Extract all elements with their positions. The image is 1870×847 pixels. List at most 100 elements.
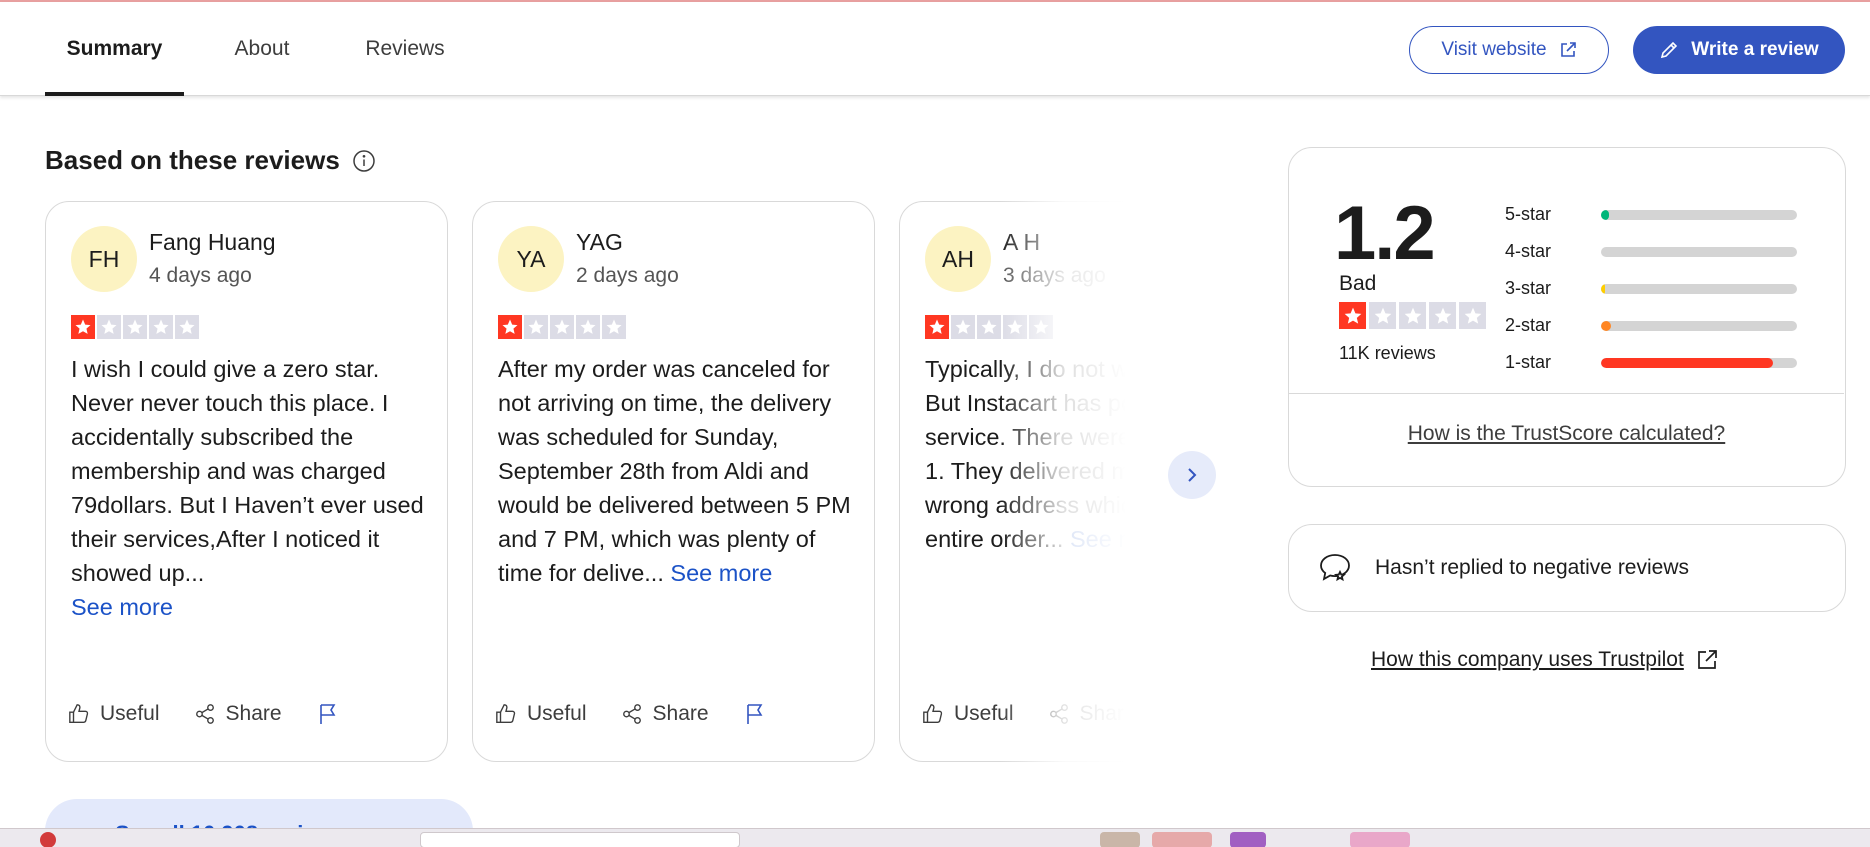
distribution-label: 2-star [1505,315,1552,335]
star-icon [576,315,600,339]
speech-bubble-icon [1317,550,1353,586]
distribution-label: 3-star [1505,278,1552,298]
star-icon [1003,315,1027,339]
distribution-bar [1601,209,1797,220]
share-icon [622,704,641,724]
review-date: 3 days ago [1003,264,1106,287]
share-label: Share [225,702,282,725]
share-button[interactable]: Share [194,702,282,726]
reviewer-name: A H [1003,229,1041,255]
useful-label: Useful [100,702,160,725]
share-button[interactable]: Share [621,702,709,726]
distribution-row[interactable]: 5-star [1505,196,1797,233]
review-body: After my order was canceled for not arri… [498,356,851,586]
distribution-fill [1601,283,1605,294]
reply-behavior-card: Hasn’t replied to negative reviews [1288,524,1846,612]
distribution-fill [1601,357,1774,368]
review-count: 11K reviews [1339,343,1436,363]
reviewer-name: Fang Huang [149,229,276,255]
flag-icon[interactable] [316,702,340,726]
review-text: After my order was canceled for not arri… [498,352,858,590]
carousel-next-button[interactable] [1168,451,1216,499]
divider [1289,393,1844,394]
star-icon [1459,302,1486,329]
star-icon [524,315,548,339]
tab-reviews[interactable]: Reviews [340,2,470,96]
distribution-bar [1601,246,1797,257]
see-more-link[interactable]: See more [71,594,173,620]
write-review-button[interactable]: Write a review [1633,26,1845,74]
star-rating [925,315,1053,339]
useful-button[interactable]: Useful [922,702,1014,726]
share-button[interactable]: Share [1048,702,1136,726]
taskbar-app-icon[interactable] [1152,832,1212,847]
distribution-bar [1601,357,1797,368]
star-icon [1429,302,1456,329]
review-actions: Useful Share [922,702,1180,726]
trustscore-card: 1.2 Bad 11K reviews 5-star 4-star 3-star… [1288,147,1846,487]
flag-icon[interactable] [1170,702,1180,726]
flag-icon[interactable] [743,702,767,726]
external-link-icon [1560,42,1576,57]
taskbar-app-icon[interactable] [1100,832,1140,847]
star-icon [71,315,95,339]
taskbar-app-icon[interactable] [1350,832,1410,847]
review-card[interactable]: YA YAG 2 days ago After my order was can… [472,201,875,762]
distribution-fill [1601,209,1609,220]
tab-bar: Summary About Reviews [45,2,470,96]
trustscore-stars [1339,302,1486,329]
distribution-row[interactable]: 2-star [1505,307,1797,344]
thumbs-up-icon [69,704,89,723]
useful-label: Useful [954,702,1014,725]
share-label: Share [652,702,709,725]
distribution-label: 4-star [1505,241,1552,261]
info-icon[interactable] [352,149,376,173]
taskbar-search-box[interactable] [420,832,740,847]
trustscore-value: 1.2 [1334,191,1436,276]
review-text: I wish I could give a zero star. Never n… [71,352,431,624]
tab-summary[interactable]: Summary [45,2,184,96]
pencil-icon [1661,41,1678,59]
distribution-row[interactable]: 1-star [1505,344,1797,381]
distribution-bar [1601,320,1797,331]
review-body: Typically, I do not write reviews. But I… [925,356,1180,552]
review-card[interactable]: FH Fang Huang 4 days ago I wish I could … [45,201,448,762]
review-actions: Useful Share [495,702,767,726]
useful-button[interactable]: Useful [495,702,587,726]
thumbs-up-icon [923,704,943,723]
os-taskbar [0,828,1870,847]
distribution-row[interactable]: 4-star [1505,233,1797,270]
distribution-label: 1-star [1505,352,1552,372]
star-icon [175,315,199,339]
thumbs-up-icon [496,704,516,723]
review-date: 4 days ago [149,264,252,287]
tab-about[interactable]: About [184,2,340,96]
star-icon [1399,302,1426,329]
taskbar-app-icon[interactable] [1230,832,1266,847]
company-uses-trustpilot-link[interactable]: How this company uses Trustpilot [1371,648,1718,672]
star-icon [97,315,121,339]
distribution-row[interactable]: 3-star [1505,270,1797,307]
star-rating [71,315,199,339]
see-more-link[interactable]: See more [1070,526,1172,552]
star-icon [977,315,1001,339]
review-text: Typically, I do not write reviews. But I… [925,352,1180,556]
trustscore-word: Bad [1339,272,1377,295]
useful-button[interactable]: Useful [68,702,160,726]
taskbar-app-icon[interactable] [40,832,56,847]
header-bar: Summary About Reviews Visit website Writ… [0,2,1870,96]
star-icon [149,315,173,339]
review-card[interactable]: AH A H 3 days ago Typically, I do not wr… [899,201,1180,762]
review-actions: Useful Share [68,702,340,726]
reviewer-name: YAG [576,229,623,255]
see-more-link[interactable]: See more [670,560,772,586]
chevron-right-icon [1188,468,1197,482]
trustscore-info-link[interactable]: How is the TrustScore calculated? [1289,422,1844,446]
reply-behavior-text: Hasn’t replied to negative reviews [1375,556,1689,579]
visit-website-button[interactable]: Visit website [1409,26,1609,74]
distribution-fill [1601,320,1611,331]
star-icon [925,315,949,339]
avatar: YA [498,226,564,292]
avatar: FH [71,226,137,292]
star-rating [498,315,626,339]
